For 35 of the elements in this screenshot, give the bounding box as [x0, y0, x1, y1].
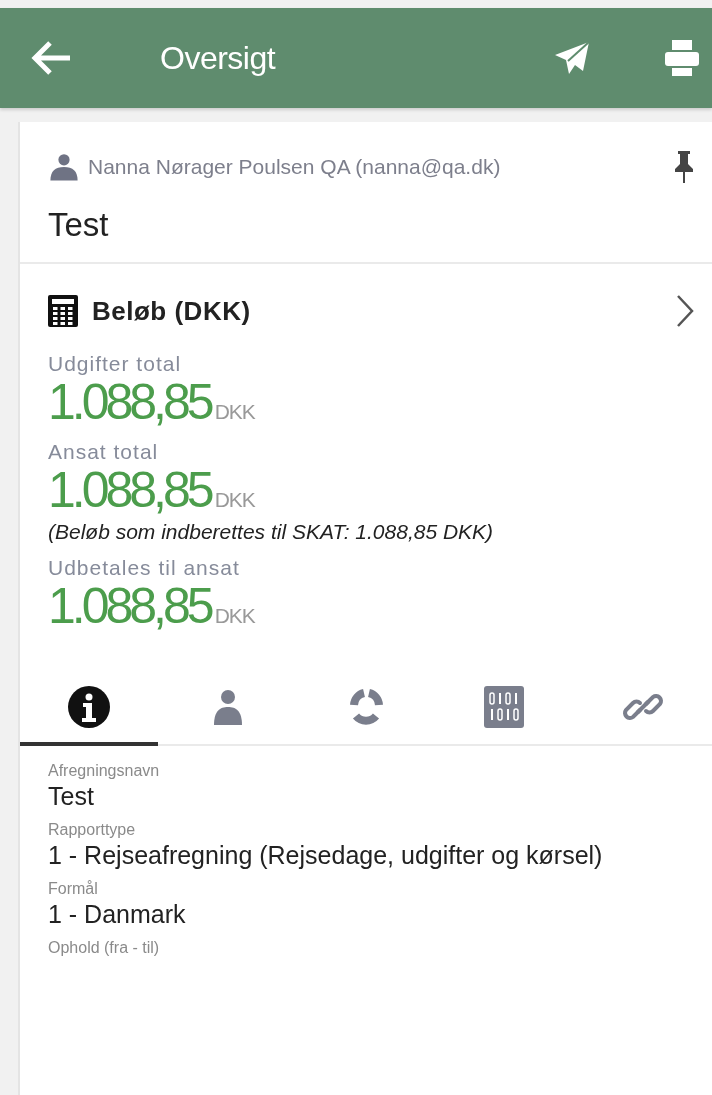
amount-title: Beløb (DKK) — [92, 295, 252, 327]
field-label: Ophold (fra - til) — [48, 939, 161, 957]
open-amount-button[interactable] — [676, 294, 694, 328]
report-name: Test — [48, 206, 110, 244]
chevron-right-icon — [676, 294, 694, 328]
pin-icon — [674, 150, 694, 184]
tax-note: (Beløb som indberettes til SKAT: 1.088,85 DKK) — [48, 520, 495, 544]
pin-button[interactable] — [674, 150, 694, 184]
back-arrow-icon — [30, 40, 72, 76]
print-button[interactable] — [664, 39, 700, 77]
amount-label: Udbetales til ansat — [48, 556, 241, 580]
owner-name: Nanna Nørager Poulsen QA (nanna@qa.dk) — [88, 155, 502, 179]
send-button[interactable] — [554, 41, 590, 75]
amount-label: Udgifter total — [48, 352, 183, 376]
currency-label: DKK — [214, 604, 255, 628]
currency-label: DKK — [214, 400, 255, 424]
amount-value: 1.088,85 — [48, 580, 211, 632]
paper-plane-icon — [554, 41, 590, 75]
amount-label: Ansat total — [48, 440, 160, 464]
screen-title: Oversigt — [160, 39, 277, 77]
field-value: 1 - Danmark — [48, 900, 187, 929]
info-icon — [67, 685, 112, 729]
amount-value: 1.088,85 — [48, 464, 211, 516]
printer-icon — [664, 39, 700, 77]
field-label: Formål — [48, 880, 99, 898]
field-value: 1 - Rejseafregning (Rejsedage, udgifter og kørsel) — [48, 841, 604, 870]
person-icon — [48, 153, 80, 181]
field-label: Rapporttype — [48, 821, 137, 839]
back-button[interactable] — [30, 40, 72, 76]
field-value: Test — [48, 782, 95, 811]
field-label: Afregningsnavn — [48, 762, 161, 780]
binary-code-icon — [484, 686, 525, 728]
amount-value: 1.088,85 — [48, 376, 211, 428]
currency-label: DKK — [214, 488, 255, 512]
calculator-icon — [48, 295, 78, 327]
